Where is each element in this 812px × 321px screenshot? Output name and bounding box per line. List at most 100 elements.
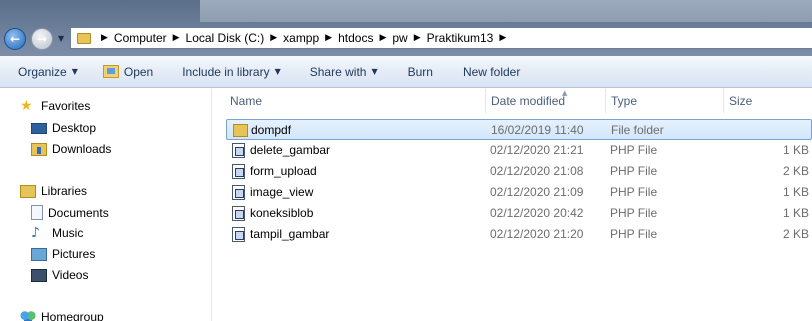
chevron-down-icon: ▼ [371, 67, 378, 76]
file-type: PHP File [610, 227, 658, 241]
include-in-library-button[interactable]: Include in library ▼ [182, 61, 281, 83]
nav-desktop[interactable]: Desktop [31, 121, 96, 135]
column-size-label: Size [729, 94, 753, 108]
php-file-icon [232, 143, 245, 158]
desktop-icon [31, 122, 47, 134]
file-row-koneksiblob[interactable]: koneksiblob 02/12/2020 20:42 PHP File 1 … [226, 203, 812, 224]
file-type: File folder [611, 123, 664, 137]
nav-favorites[interactable]: ★ Favorites [20, 99, 90, 113]
open-button[interactable]: Open [102, 61, 154, 83]
file-type: PHP File [610, 206, 658, 220]
file-name: koneksiblob [250, 206, 314, 220]
nav-libraries-label: Libraries [41, 184, 88, 198]
address-bar-area: ← → ▼ ▶ Computer ▶ Local Disk (C:) ▶ xam… [0, 0, 812, 56]
breadcrumb-pw[interactable]: pw [392, 31, 407, 45]
file-date: 16/02/2019 11:40 [491, 123, 584, 137]
chevron-right-icon[interactable]: ▶ [414, 33, 421, 43]
star-icon: ★ [20, 98, 33, 114]
file-date: 02/12/2020 21:20 [490, 227, 584, 241]
file-row-dompdf[interactable]: dompdf 16/02/2019 11:40 File folder [226, 119, 812, 140]
nav-homegroup[interactable]: Homegroup [20, 310, 104, 321]
nav-libraries[interactable]: Libraries [20, 184, 87, 198]
file-name: dompdf [251, 123, 292, 137]
column-type-label: Type [611, 94, 638, 108]
command-bar: Organize ▼ Open Include in library ▼ Sha… [0, 56, 812, 88]
burn-label: Burn [407, 64, 433, 79]
column-date-label: Date modified [491, 94, 566, 108]
file-row-tampil-gambar[interactable]: tampil_gambar 02/12/2020 21:20 PHP File … [226, 224, 812, 245]
nav-downloads[interactable]: Downloads [31, 142, 111, 156]
homegroup-icon [20, 310, 36, 321]
breadcrumb-praktikum13[interactable]: Praktikum13 [427, 31, 494, 45]
file-list: ▲ Name Date modified Type Size dompdf 16… [213, 89, 812, 321]
breadcrumb-htdocs[interactable]: htdocs [338, 31, 373, 45]
open-icon [102, 65, 119, 78]
column-header-type[interactable]: Type [607, 89, 724, 113]
downloads-folder-icon [31, 142, 47, 156]
open-label: Open [123, 64, 154, 79]
share-label: Share with [309, 64, 367, 79]
breadcrumb-xampp[interactable]: xampp [283, 31, 319, 45]
file-date: 02/12/2020 21:08 [490, 164, 584, 178]
burn-button[interactable]: Burn [408, 61, 433, 83]
share-with-button[interactable]: Share with ▼ [310, 61, 378, 83]
file-size: 1 KB [782, 206, 809, 220]
folder-icon [77, 32, 91, 44]
libraries-icon [20, 184, 36, 198]
background-window-strip [200, 0, 812, 22]
nav-pictures-label: Pictures [52, 247, 96, 261]
file-row-delete-gambar[interactable]: delete_gambar 02/12/2020 21:21 PHP File … [226, 140, 812, 161]
new-folder-button[interactable]: New folder [463, 61, 520, 83]
nav-documents[interactable]: Documents [31, 205, 109, 220]
file-name: delete_gambar [250, 143, 331, 157]
music-icon: ♪ [31, 225, 40, 241]
forward-arrow-icon: → [36, 32, 48, 46]
chevron-down-icon: ▼ [71, 67, 78, 76]
nav-desktop-label: Desktop [52, 121, 97, 135]
nav-music[interactable]: ♪ Music [31, 226, 83, 240]
nav-favorites-label: Favorites [41, 99, 91, 113]
breadcrumb[interactable]: ▶ Computer ▶ Local Disk (C:) ▶ xampp ▶ h… [70, 27, 812, 49]
file-size: 1 KB [782, 185, 809, 199]
file-type: PHP File [610, 164, 658, 178]
folder-icon [233, 124, 248, 137]
nav-videos-label: Videos [52, 268, 89, 282]
new-folder-label: New folder [462, 64, 521, 79]
file-date: 02/12/2020 21:21 [490, 143, 584, 157]
file-date: 02/12/2020 20:42 [490, 206, 584, 220]
nav-downloads-label: Downloads [52, 142, 112, 156]
column-header-name[interactable]: Name [226, 89, 486, 113]
nav-videos[interactable]: Videos [31, 268, 88, 282]
include-label: Include in library [182, 64, 270, 79]
file-name: image_view [250, 185, 314, 199]
videos-icon [31, 268, 47, 282]
breadcrumb-local-disk[interactable]: Local Disk (C:) [186, 31, 265, 45]
recent-pages-dropdown-icon[interactable]: ▼ [58, 34, 64, 43]
file-size: 2 KB [782, 227, 809, 241]
file-row-image-view[interactable]: image_view 02/12/2020 21:09 PHP File 1 K… [226, 182, 812, 203]
back-arrow-icon: ← [9, 32, 21, 46]
file-type: PHP File [610, 185, 658, 199]
organize-button[interactable]: Organize ▼ [18, 61, 78, 83]
chevron-right-icon[interactable]: ▶ [499, 33, 506, 43]
chevron-right-icon[interactable]: ▶ [379, 33, 386, 43]
chevron-right-icon[interactable]: ▶ [101, 33, 108, 43]
column-header-size[interactable]: Size [725, 89, 812, 113]
nav-documents-label: Documents [48, 205, 109, 220]
file-name: tampil_gambar [250, 227, 330, 241]
file-row-form-upload[interactable]: form_upload 02/12/2020 21:08 PHP File 2 … [226, 161, 812, 182]
file-name: form_upload [250, 164, 317, 178]
php-file-icon [232, 206, 245, 221]
file-type: PHP File [610, 143, 658, 157]
organize-label: Organize [18, 64, 67, 79]
chevron-right-icon[interactable]: ▶ [325, 33, 332, 43]
forward-button[interactable]: → [31, 28, 53, 50]
column-name-label: Name [230, 94, 263, 108]
column-header-date[interactable]: Date modified [487, 89, 606, 113]
nav-pictures[interactable]: Pictures [31, 247, 95, 261]
chevron-right-icon[interactable]: ▶ [270, 33, 277, 43]
breadcrumb-computer[interactable]: Computer [114, 31, 167, 45]
chevron-right-icon[interactable]: ▶ [173, 33, 180, 43]
documents-icon [31, 205, 43, 220]
back-button[interactable]: ← [4, 28, 26, 50]
